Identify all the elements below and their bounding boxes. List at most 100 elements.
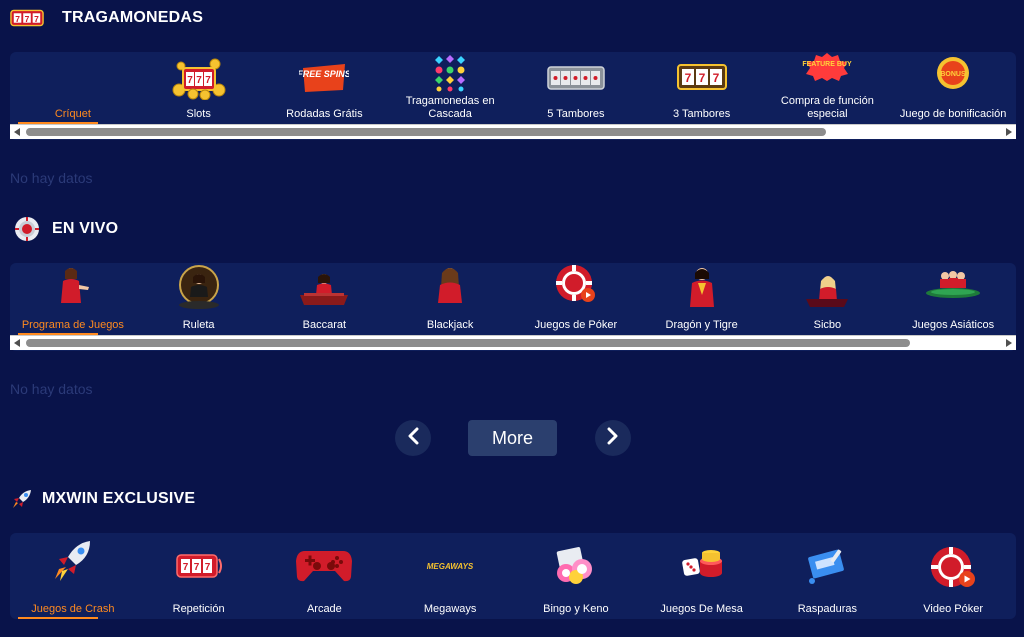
category-label: 3 Tambores [672,107,731,120]
feature-buy-icon: FEATURE BUY [802,52,852,87]
poker-chip-play-icon [555,264,597,309]
category-raspaduras[interactable]: Raspaduras [765,533,891,619]
svg-text:7: 7 [204,562,210,573]
category-label: Blackjack [426,318,474,331]
live-horizontal-scrollbar[interactable] [10,335,1016,350]
scroll-left-arrow-icon[interactable] [14,128,20,136]
category-juegos-de-poker[interactable]: Juegos de Póker [513,263,639,335]
feature-buy-text: FEATURE BUY [803,61,853,68]
category-label: Tragamonedas en Cascada [405,95,495,120]
exclusive-section-title: MXWIN EXCLUSIVE [42,490,196,507]
svg-text:7: 7 [712,71,719,85]
scroll-left-arrow-icon[interactable] [14,339,20,347]
category-slots[interactable]: 7 7 7 Slots [136,52,262,124]
category-label: Dragón y Tigre [665,318,738,331]
live-section-header: EN VIVO [10,215,118,243]
next-button[interactable] [595,420,631,456]
dragon-tiger-dealer-icon [684,265,720,314]
svg-text:7: 7 [193,562,199,573]
svg-text:7: 7 [182,562,188,573]
category-dragon-y-tigre[interactable]: Dragón y Tigre [639,263,765,335]
category-label: Juegos Asiáticos [912,318,995,331]
megaways-logo-icon: MEGAWAYS [421,559,479,578]
prev-button[interactable] [395,420,431,456]
category-blackjack[interactable]: Blackjack [387,263,513,335]
category-baccarat[interactable]: Baccarat [262,263,388,335]
category-label: 5 Tambores [547,107,605,120]
category-label: Raspaduras [797,602,858,615]
category-megaways[interactable]: MEGAWAYS Megaways [387,533,513,619]
three-reels-icon: 7 7 7 [676,64,727,95]
svg-text:7: 7 [196,75,202,86]
free-spins-icon: FREE SPINS [298,62,351,99]
live-section-title: EN VIVO [52,220,119,237]
category-label: Compra de función especial [780,95,874,120]
category-label: Juegos de Póker [534,318,618,331]
category-programa-de-juegos[interactable]: Programa de Juegos [10,263,136,335]
gems-cascade-icon [433,54,467,97]
gamepad-icon [295,547,353,588]
slots-horizontal-scrollbar[interactable] [10,124,1016,139]
category-label: Repetición [172,602,225,615]
category-juegos-de-crash[interactable]: Juegos de Crash [10,533,136,619]
exclusive-category-panel: Juegos de Crash 7 7 7 Repetición Arcade … [10,533,1016,619]
category-repeticion[interactable]: 7 7 7 Repetición [136,533,262,619]
category-label: Megaways [423,602,477,615]
chevron-right-icon [606,427,620,450]
scratch-card-icon [804,547,850,592]
category-tragamonedas-en-cascada[interactable]: Tragamonedas en Cascada [387,52,513,124]
svg-text:7: 7 [15,14,20,24]
poker-chip-play-icon [929,545,977,594]
replay-777-icon: 7 7 7 [175,551,223,586]
category-arcade[interactable]: Arcade [262,533,388,619]
bonus-text: BONUS [940,71,966,78]
category-label: Juego de bonificación [899,107,1007,120]
category-rodadas-gratis[interactable]: FREE SPINS Rodadas Grátis [262,52,388,124]
free-spins-text: FREE SPINS [299,69,349,79]
megaways-text: MEGAWAYS [427,562,474,571]
slots-category-row: Críquet 7 7 7 Slots FREE SPINS Rodadas G… [10,52,1016,124]
slots-section-title: TRAGAMONEDAS [62,9,204,26]
rocket-icon [10,486,34,512]
category-video-poker[interactable]: Video Póker [890,533,1016,619]
live-category-panel: Programa de Juegos Ruleta Baccarat Black… [10,263,1016,351]
slots-section-header: 7 7 7 TRAGAMONEDAS [10,4,203,32]
category-5-tambores[interactable]: 5 Tambores [513,52,639,124]
category-3-tambores[interactable]: 7 7 7 3 Tambores [639,52,765,124]
scrollbar-thumb[interactable] [26,339,910,347]
blackjack-dealer-icon [432,265,468,310]
exclusive-section-header: MXWIN EXCLUSIVE [10,485,195,513]
scroll-right-arrow-icon[interactable] [1006,128,1012,136]
category-label: Baccarat [302,318,347,331]
category-label: Slots [186,107,211,120]
svg-text:7: 7 [684,71,691,85]
scroll-right-arrow-icon[interactable] [1006,339,1012,347]
slots-category-panel: Críquet 7 7 7 Slots FREE SPINS Rodadas G… [10,52,1016,140]
category-juegos-de-mesa[interactable]: Juegos De Mesa [639,533,765,619]
category-compra-de-funcion-especial[interactable]: FEATURE BUY Compra de función especial [765,52,891,124]
five-reels-icon [547,66,605,95]
live-category-row: Programa de Juegos Ruleta Baccarat Black… [10,263,1016,335]
category-label: Video Póker [923,602,983,615]
category-label: Bingo y Keno [543,602,609,615]
category-juegos-asiaticos[interactable]: Juegos Asiáticos [890,263,1016,335]
category-sicbo[interactable]: Sicbo [765,263,891,335]
active-underline [18,617,98,619]
sicbo-dealer-icon [804,273,850,314]
category-label: Rodadas Grátis [286,107,363,120]
category-label: Sicbo [813,318,842,331]
scrollbar-thumb[interactable] [26,128,826,136]
category-juego-de-bonificacion[interactable]: BONUS Juego de bonificación [890,52,1016,124]
bonus-icon: BONUS [936,56,970,95]
category-criquet[interactable]: Críquet [10,52,136,124]
svg-text:7: 7 [187,75,193,86]
slot-777-icon: 7 7 7 [10,5,44,31]
baccarat-dealer-icon [298,271,350,312]
category-bingo-y-keno[interactable]: Bingo y Keno [513,533,639,619]
category-ruleta[interactable]: Ruleta [136,263,262,335]
game-show-host-icon [53,265,93,310]
svg-text:7: 7 [205,75,211,86]
asian-games-table-icon [925,267,981,304]
more-button[interactable]: More [468,420,557,456]
category-label: Juegos De Mesa [660,602,743,615]
